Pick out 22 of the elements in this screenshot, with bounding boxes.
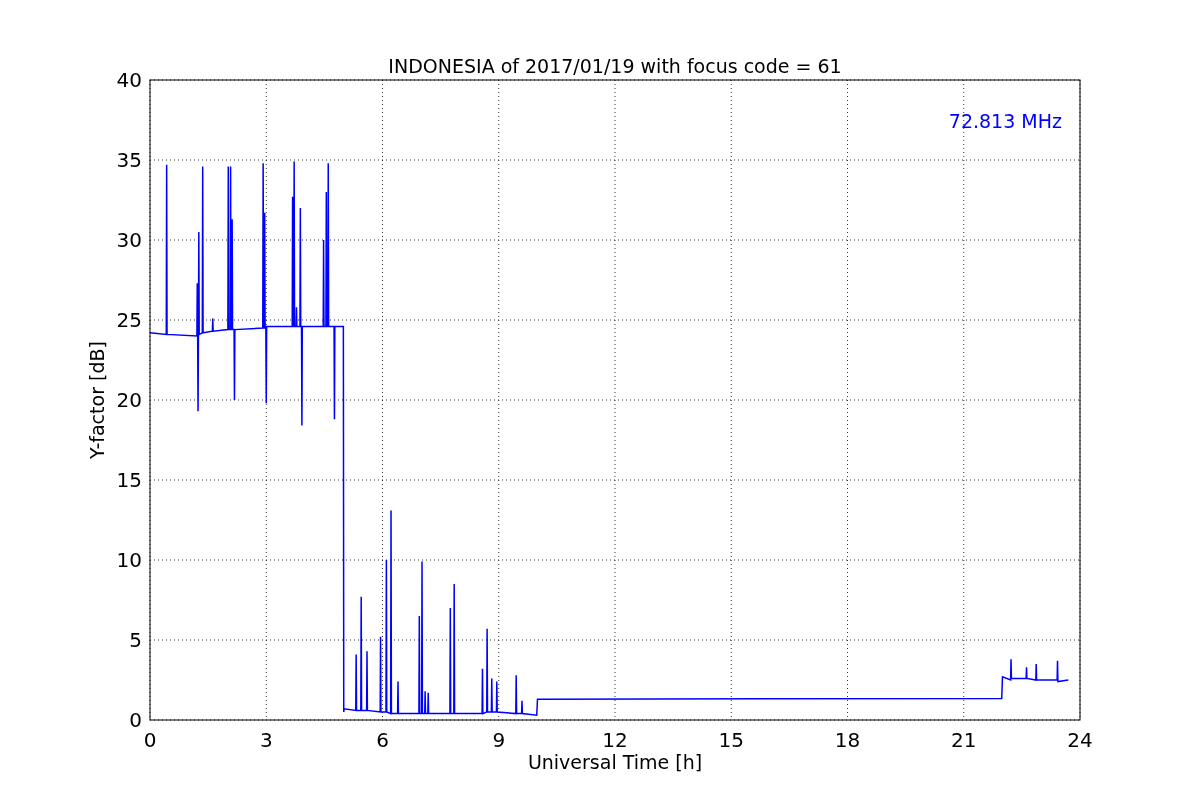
y-tick-label: 25 (116, 308, 142, 332)
y-tick-label: 0 (129, 708, 142, 732)
y-tick-label: 15 (116, 468, 142, 492)
x-tick-label: 24 (1067, 728, 1093, 752)
x-tick-label: 21 (951, 728, 977, 752)
y-tick-label: 10 (116, 548, 142, 572)
y-tick-label: 30 (116, 228, 142, 252)
y-tick-label: 20 (116, 388, 142, 412)
x-tick-label: 6 (376, 728, 389, 752)
y-tick-label: 35 (116, 148, 142, 172)
chart-title: INDONESIA of 2017/01/19 with focus code = 61 (388, 55, 842, 77)
x-tick-label: 12 (602, 728, 628, 752)
x-axis-label: Universal Time [h] (527, 751, 703, 773)
y-tick-label: 40 (116, 68, 142, 92)
x-tick-label: 18 (834, 728, 861, 752)
x-tick-label: 15 (718, 728, 744, 752)
y-tick-label: 5 (129, 628, 142, 652)
y-axis-label: Y-factor [dB] (86, 341, 108, 459)
x-tick-label: 3 (259, 728, 273, 752)
frequency-annotation: 72.813 MHz (948, 110, 1062, 132)
x-tick-label: 0 (143, 728, 157, 752)
x-tick-label: 9 (492, 728, 506, 752)
